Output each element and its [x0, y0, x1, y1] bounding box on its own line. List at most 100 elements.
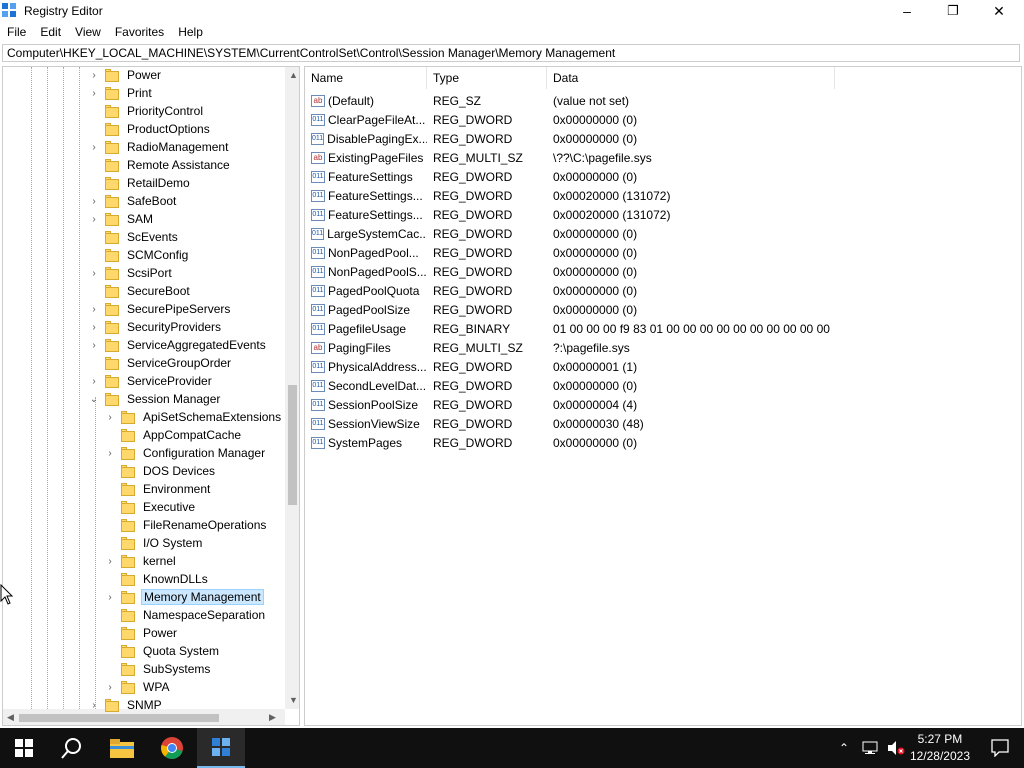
value-row[interactable]: ab PagingFiles REG_MULTI_SZ ?:\pagefile.sys: [305, 338, 905, 357]
tree-item-environment[interactable]: Environment: [105, 480, 212, 498]
search-icon[interactable]: [48, 728, 96, 768]
value-row[interactable]: 011 FeatureSettings... REG_DWORD 0x00020000…: [305, 186, 905, 205]
expand-chevron-icon[interactable]: ›: [105, 592, 115, 603]
tree-item-appcompatcache[interactable]: AppCompatCache: [105, 426, 243, 444]
value-row[interactable]: 011 SystemPages REG_DWORD 0x00000000 (0): [305, 433, 905, 452]
value-row[interactable]: ab ExistingPageFiles REG_MULTI_SZ \??\C:\pa…: [305, 148, 905, 167]
expand-chevron-icon[interactable]: ›: [89, 304, 99, 315]
value-row[interactable]: 011 FeatureSettings... REG_DWORD 0x00020000…: [305, 205, 905, 224]
close-button[interactable]: ✕: [976, 0, 1022, 22]
tree-item-scsiport[interactable]: › ScsiPort: [89, 264, 174, 282]
scroll-down-arrow-icon[interactable]: ▼: [289, 695, 298, 705]
key-tree-pane[interactable]: ▲ ▼ ◀ ▶ › Power › Print PriorityControl Produ…: [2, 66, 300, 726]
windows-start-icon[interactable]: [0, 728, 48, 768]
tree-item-remote-assistance[interactable]: Remote Assistance: [89, 156, 232, 174]
tree-item-namespaceseparation[interactable]: NamespaceSeparation: [105, 606, 267, 624]
regedit-icon[interactable]: [197, 728, 245, 768]
tree-item-secureboot[interactable]: SecureBoot: [89, 282, 192, 300]
chrome-icon[interactable]: [148, 728, 196, 768]
tree-item-i-o-system[interactable]: I/O System: [105, 534, 204, 552]
tree-item-productoptions[interactable]: ProductOptions: [89, 120, 212, 138]
tree-item-apisetschemaextensions[interactable]: › ApiSetSchemaExtensions: [105, 408, 283, 426]
menu-file[interactable]: File: [0, 25, 33, 39]
show-hidden-icons-chevron-icon[interactable]: ⌃: [832, 728, 856, 768]
maximize-button[interactable]: ❐: [930, 0, 976, 22]
tree-item-power[interactable]: › Power: [89, 67, 163, 84]
tree-item-snmp[interactable]: › SNMP: [89, 696, 164, 714]
value-row[interactable]: 011 PagedPoolQuota REG_DWORD 0x00000000 (0): [305, 281, 905, 300]
expand-chevron-icon[interactable]: ›: [89, 376, 99, 387]
tree-vertical-scrollbar[interactable]: ▲ ▼: [285, 67, 299, 709]
expand-chevron-icon[interactable]: ›: [89, 268, 99, 279]
value-row[interactable]: 011 SessionViewSize REG_DWORD 0x00000030 (4…: [305, 414, 905, 433]
tree-item-knowndlls[interactable]: KnownDLLs: [105, 570, 210, 588]
tree-item-power[interactable]: Power: [105, 624, 179, 642]
tree-item-subsystems[interactable]: SubSystems: [105, 660, 212, 678]
tree-item-securityproviders[interactable]: › SecurityProviders: [89, 318, 223, 336]
tree-vertical-scroll-thumb[interactable]: [288, 385, 297, 505]
value-row[interactable]: ab (Default) REG_SZ (value not set): [305, 91, 905, 110]
value-row[interactable]: 011 ClearPageFileAt... REG_DWORD 0x00000000…: [305, 110, 905, 129]
action-center-icon[interactable]: [976, 728, 1024, 768]
volume-muted-icon[interactable]: [884, 728, 908, 768]
tree-item-scmconfig[interactable]: SCMConfig: [89, 246, 190, 264]
expand-chevron-icon[interactable]: ›: [89, 196, 99, 207]
value-row[interactable]: 011 DisablePagingEx... REG_DWORD 0x00000000…: [305, 129, 905, 148]
tree-item-memory-management[interactable]: › Memory Management: [105, 588, 264, 606]
minimize-button[interactable]: –: [884, 0, 930, 22]
column-header-data[interactable]: Data: [547, 67, 835, 89]
tree-item-filerenameoperations[interactable]: FileRenameOperations: [105, 516, 268, 534]
scroll-up-arrow-icon[interactable]: ▲: [289, 70, 298, 80]
expand-chevron-icon[interactable]: ›: [105, 556, 115, 567]
value-row[interactable]: 011 FeatureSettings REG_DWORD 0x00000000 (0…: [305, 167, 905, 186]
column-header-name[interactable]: Name: [305, 67, 427, 89]
menu-help[interactable]: Help: [171, 25, 210, 39]
tree-item-retaildemo[interactable]: RetailDemo: [89, 174, 192, 192]
tree-item-kernel[interactable]: › kernel: [105, 552, 178, 570]
tree-item-prioritycontrol[interactable]: PriorityControl: [89, 102, 205, 120]
tree-item-securepipeservers[interactable]: › SecurePipeServers: [89, 300, 232, 318]
expand-chevron-icon[interactable]: ›: [105, 682, 115, 693]
scroll-right-arrow-icon[interactable]: ▶: [269, 712, 276, 723]
tree-item-configuration-manager[interactable]: › Configuration Manager: [105, 444, 267, 462]
column-header-type[interactable]: Type: [427, 67, 547, 89]
menu-edit[interactable]: Edit: [33, 25, 68, 39]
tree-item-sam[interactable]: › SAM: [89, 210, 155, 228]
expand-chevron-icon[interactable]: ›: [89, 88, 99, 99]
tree-item-serviceaggregatedevents[interactable]: › ServiceAggregatedEvents: [89, 336, 268, 354]
value-row[interactable]: 011 SessionPoolSize REG_DWORD 0x00000004 (4…: [305, 395, 905, 414]
scroll-left-arrow-icon[interactable]: ◀: [7, 712, 14, 723]
expand-chevron-icon[interactable]: ›: [89, 700, 99, 711]
menu-view[interactable]: View: [68, 25, 108, 39]
value-row[interactable]: 011 NonPagedPool... REG_DWORD 0x00000000 (0…: [305, 243, 905, 262]
value-row[interactable]: 011 NonPagedPoolS... REG_DWORD 0x00000000 (…: [305, 262, 905, 281]
expand-chevron-icon[interactable]: ›: [105, 412, 115, 423]
expand-chevron-icon[interactable]: ›: [105, 448, 115, 459]
expand-chevron-icon[interactable]: ›: [89, 214, 99, 225]
value-row[interactable]: 011 PhysicalAddress... REG_DWORD 0x00000001…: [305, 357, 905, 376]
tree-item-wpa[interactable]: › WPA: [105, 678, 171, 696]
tree-item-print[interactable]: › Print: [89, 84, 154, 102]
system-clock[interactable]: 5:27 PM 12/28/2023: [910, 731, 970, 765]
file-explorer-icon[interactable]: [98, 728, 146, 768]
expand-chevron-icon[interactable]: ›: [89, 70, 99, 81]
expand-chevron-icon[interactable]: ›: [89, 340, 99, 351]
tree-item-serviceprovider[interactable]: › ServiceProvider: [89, 372, 214, 390]
tree-item-dos-devices[interactable]: DOS Devices: [105, 462, 217, 480]
tree-item-session-manager[interactable]: ⌄ Session Manager: [89, 390, 222, 408]
value-row[interactable]: 011 LargeSystemCac... REG_DWORD 0x00000000 …: [305, 224, 905, 243]
network-icon[interactable]: [858, 728, 882, 768]
expand-chevron-icon[interactable]: ›: [89, 322, 99, 333]
tree-item-executive[interactable]: Executive: [105, 498, 197, 516]
collapse-chevron-icon[interactable]: ⌄: [89, 394, 99, 405]
expand-chevron-icon[interactable]: ›: [89, 142, 99, 153]
tree-item-quota-system[interactable]: Quota System: [105, 642, 221, 660]
tree-item-servicegrouporder[interactable]: ServiceGroupOrder: [89, 354, 233, 372]
value-row[interactable]: 011 PagedPoolSize REG_DWORD 0x00000000 (0): [305, 300, 905, 319]
address-bar[interactable]: Computer\HKEY_LOCAL_MACHINE\SYSTEM\Curre…: [2, 44, 1020, 62]
tree-horizontal-scroll-thumb[interactable]: [19, 714, 219, 722]
value-row[interactable]: 011 SecondLevelDat... REG_DWORD 0x00000000 …: [305, 376, 905, 395]
tree-item-safeboot[interactable]: › SafeBoot: [89, 192, 178, 210]
tree-item-radiomanagement[interactable]: › RadioManagement: [89, 138, 230, 156]
values-list-pane[interactable]: Name Type Data ab (Default) REG_SZ (value n…: [304, 66, 1022, 726]
